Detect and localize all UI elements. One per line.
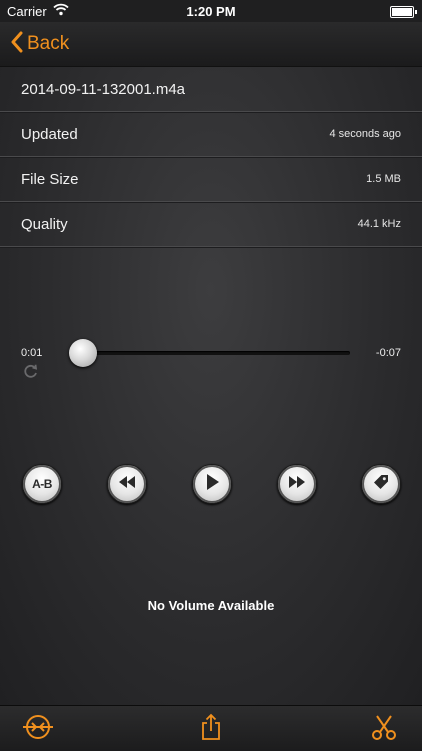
back-label: Back (27, 33, 70, 54)
navigation-bar: Back (0, 22, 422, 67)
ab-repeat-button[interactable]: A-B (22, 464, 62, 504)
chevron-left-icon (10, 31, 23, 58)
bottom-toolbar (0, 705, 422, 751)
detail-value: 44.1 kHz (357, 218, 401, 230)
ab-repeat-label: A-B (32, 477, 52, 491)
volume-message: No Volume Available (147, 598, 275, 613)
status-time: 1:20 PM (186, 4, 236, 19)
bookmark-tag-button[interactable] (361, 464, 401, 504)
split-button[interactable] (22, 714, 54, 744)
playback-controls: A-B (0, 464, 422, 504)
scissors-icon (371, 713, 397, 746)
fast-forward-icon (287, 475, 307, 494)
rewind-button[interactable] (107, 464, 147, 504)
battery-icon (390, 6, 417, 18)
progress-track[interactable] (70, 351, 350, 355)
file-name-row: 2014-09-11-132001.m4a (0, 67, 422, 112)
detail-value: 1.5 MB (366, 173, 401, 185)
repeat-icon[interactable] (23, 363, 39, 384)
share-icon (200, 713, 222, 746)
elapsed-time: 0:01 (21, 347, 43, 359)
file-name: 2014-09-11-132001.m4a (21, 81, 186, 98)
share-button[interactable] (195, 713, 227, 746)
tag-icon (372, 473, 390, 496)
back-button[interactable]: Back (10, 30, 69, 58)
detail-row-file-size: File Size 1.5 MB (0, 157, 422, 202)
detail-label: Quality (21, 216, 68, 233)
play-icon (204, 473, 220, 496)
remaining-time: -0:07 (375, 347, 401, 359)
rewind-icon (117, 475, 137, 494)
play-button[interactable] (192, 464, 232, 504)
detail-label: Updated (21, 126, 78, 143)
detail-row-quality: Quality 44.1 kHz (0, 202, 422, 247)
detail-row-updated: Updated 4 seconds ago (0, 112, 422, 157)
progress-thumb[interactable] (69, 339, 97, 367)
detail-value: 4 seconds ago (329, 128, 401, 140)
split-icon (22, 714, 54, 745)
recording-detail: 2014-09-11-132001.m4a Updated 4 seconds … (0, 67, 422, 705)
trim-button[interactable] (368, 714, 400, 744)
detail-label: File Size (21, 171, 79, 188)
status-bar: Carrier 1:20 PM (0, 0, 422, 22)
fast-forward-button[interactable] (277, 464, 317, 504)
